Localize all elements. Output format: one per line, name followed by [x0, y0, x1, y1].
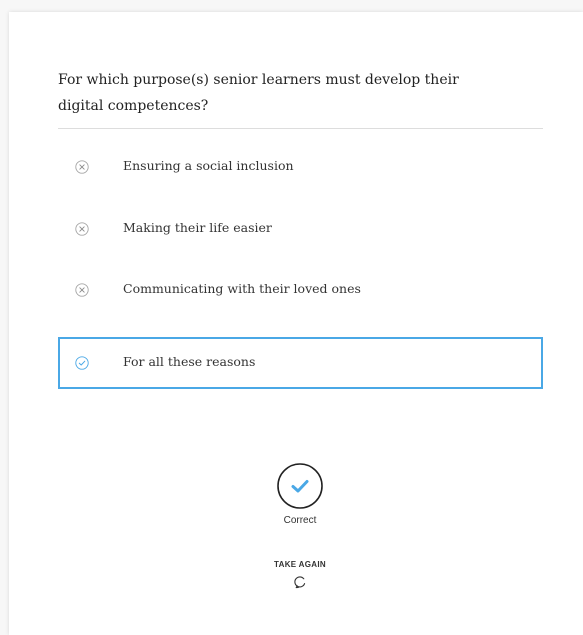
x-circle-icon [75, 283, 89, 297]
result-label: Correct [283, 515, 317, 526]
check-circle-icon [75, 356, 89, 370]
check-circle-icon [277, 463, 323, 509]
answer-option-2[interactable]: Making their life easier [58, 203, 543, 255]
x-circle-icon [75, 222, 89, 236]
answer-option-label: Communicating with their loved ones [123, 281, 361, 296]
answer-option-3[interactable]: Communicating with their loved ones [58, 264, 543, 316]
quiz-card: For which purpose(s) senior learners mus… [9, 12, 583, 635]
answer-option-label: Making their life easier [123, 220, 272, 235]
x-circle-icon [75, 160, 89, 174]
refresh-icon [294, 576, 306, 589]
answer-option-4[interactable]: For all these reasons [58, 337, 543, 389]
take-again-label: TAKE AGAIN [274, 560, 326, 569]
answer-option-1[interactable]: Ensuring a social inclusion [58, 141, 543, 193]
divider [58, 128, 543, 129]
answer-option-label: Ensuring a social inclusion [123, 158, 294, 173]
take-again-button[interactable]: TAKE AGAIN [240, 557, 360, 597]
question-text: For which purpose(s) senior learners mus… [58, 72, 459, 114]
answer-option-label: For all these reasons [123, 354, 256, 369]
